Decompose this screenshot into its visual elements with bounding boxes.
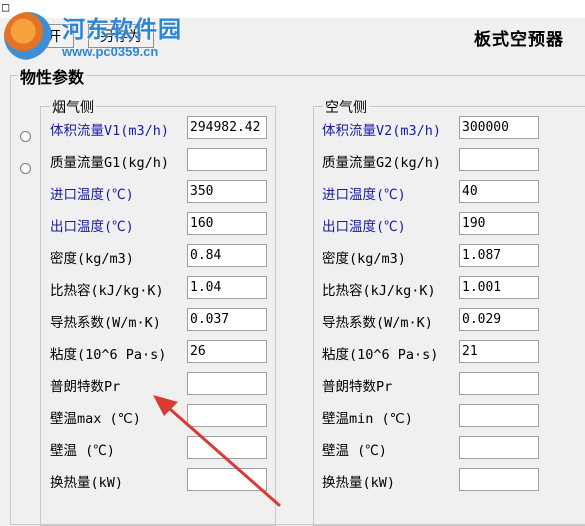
annotation-arrow [153,395,281,507]
